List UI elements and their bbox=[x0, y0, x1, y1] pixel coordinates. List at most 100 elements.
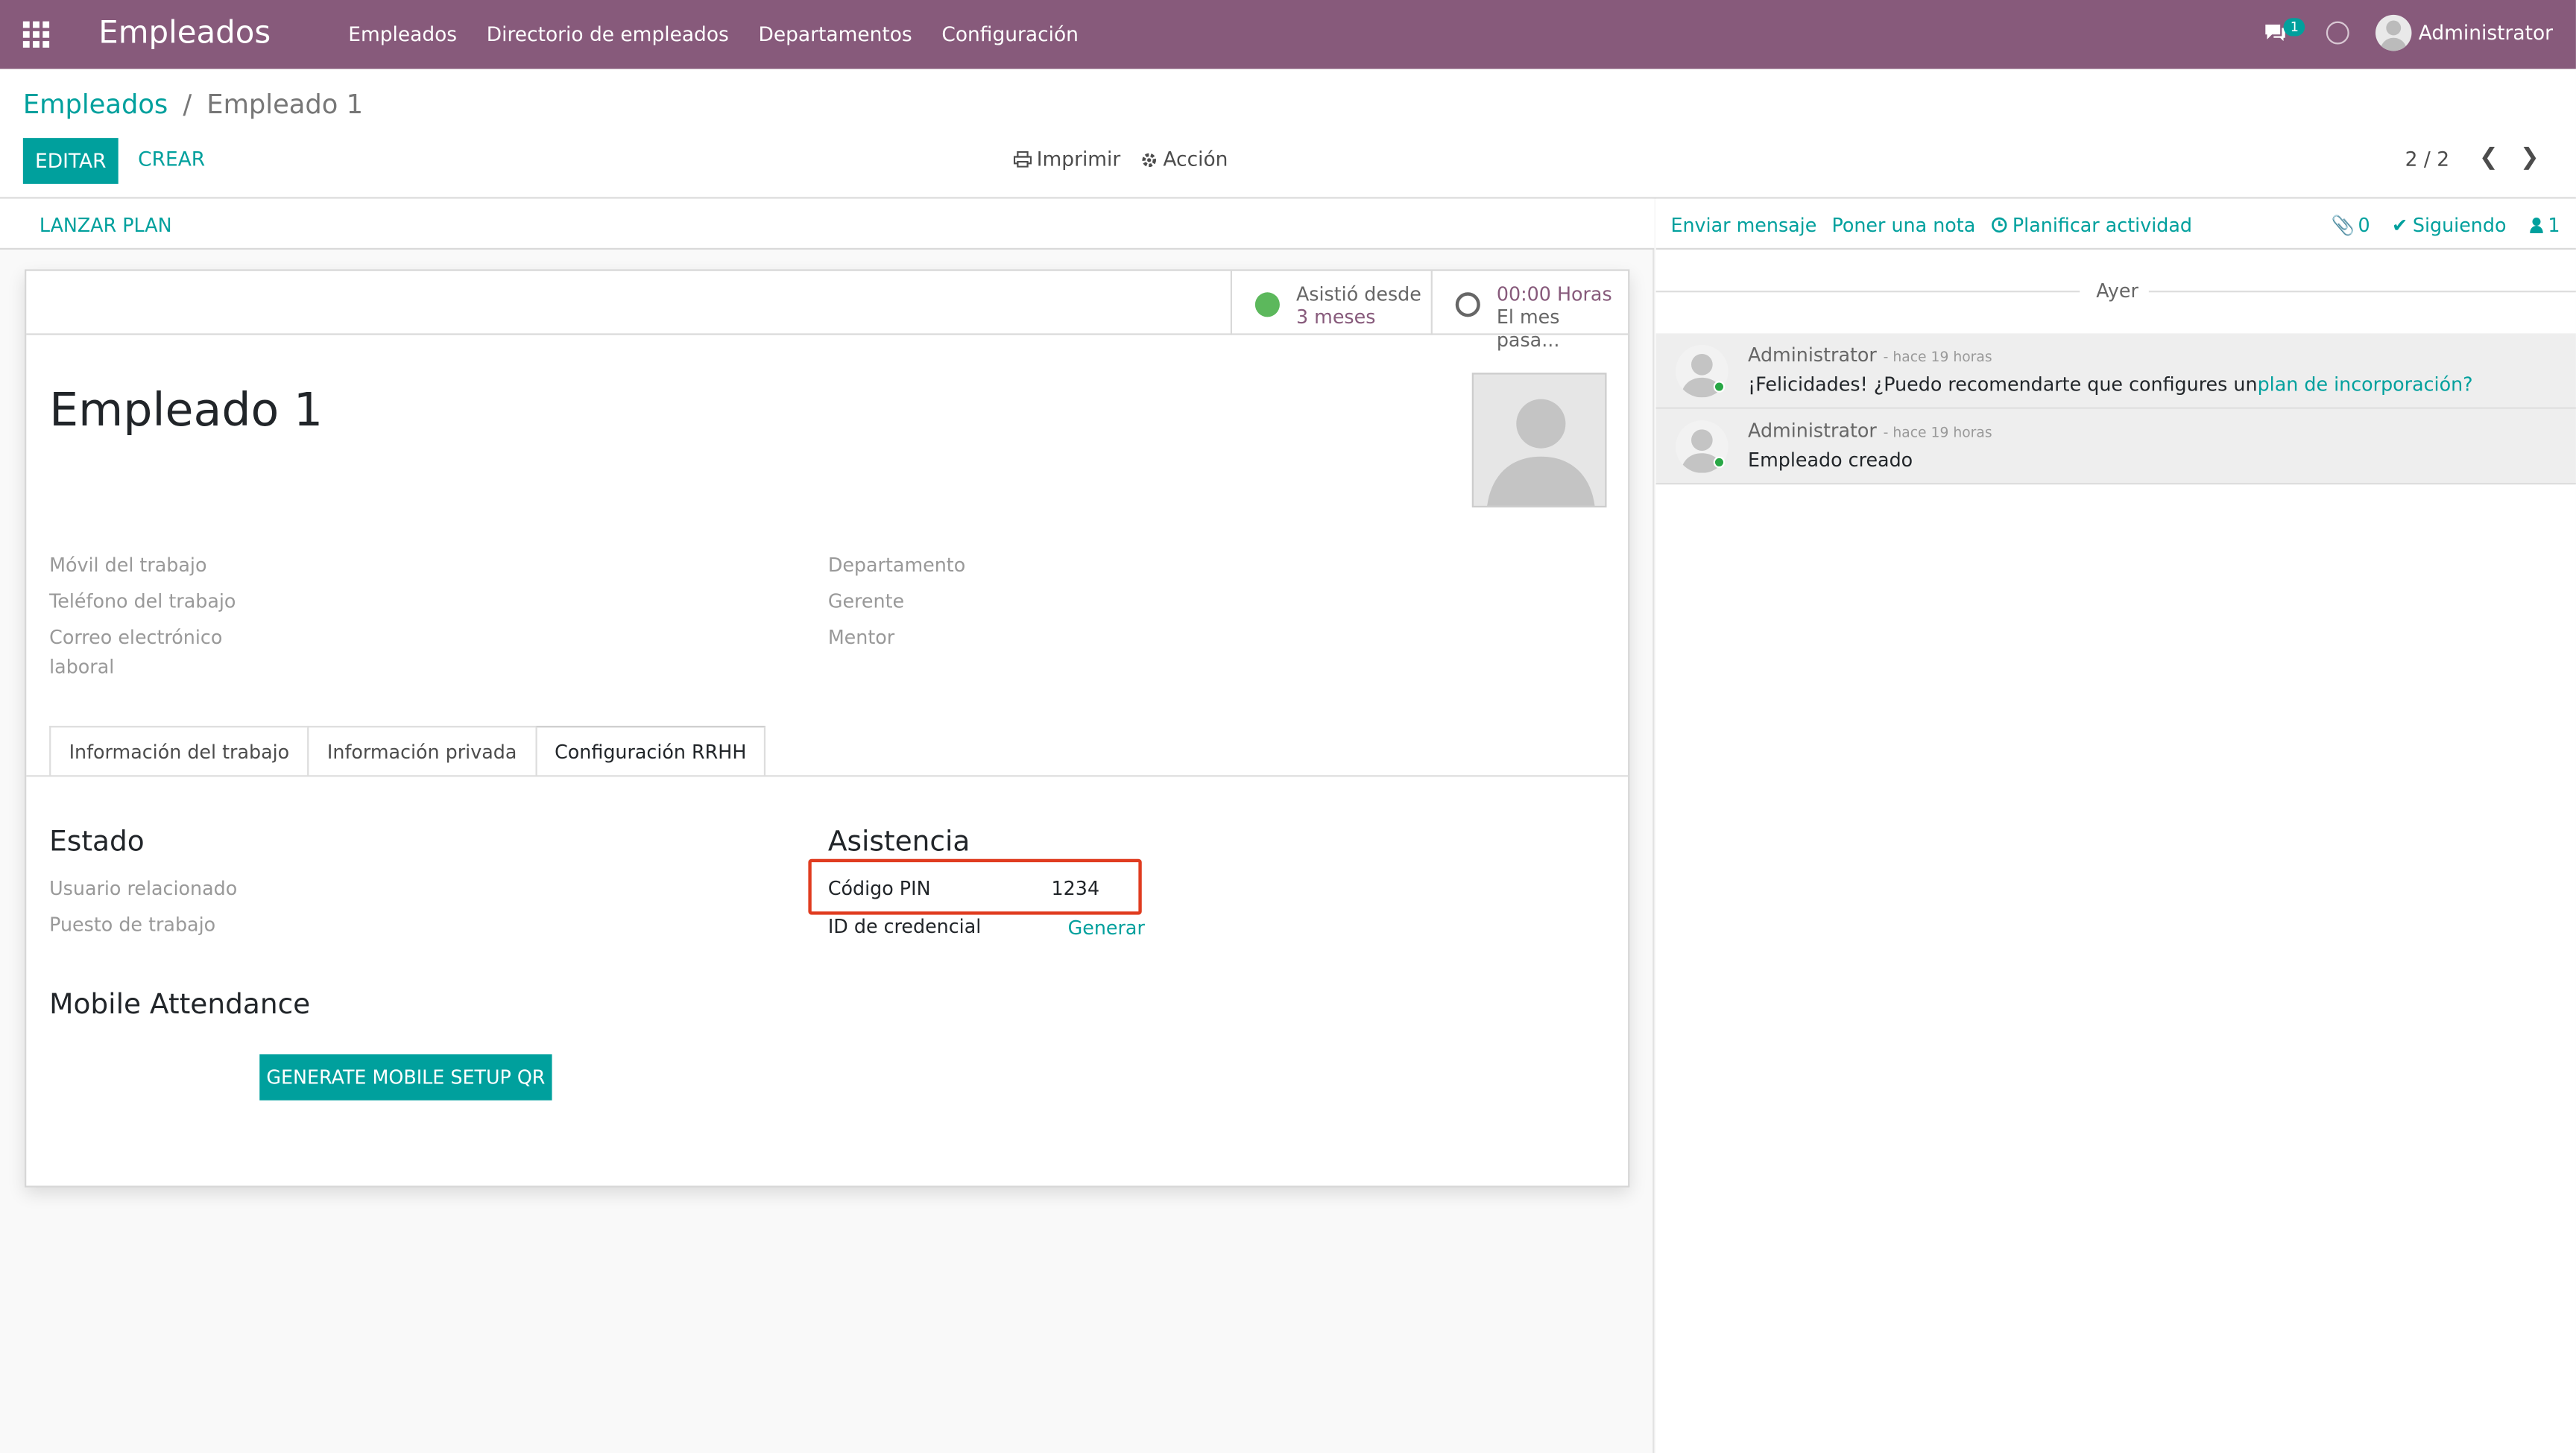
following-label: Siguiendo bbox=[2412, 213, 2507, 237]
message-author-line: Administrator - hace 19 horas bbox=[1748, 419, 1992, 442]
chatter-panel: Enviar mensaje Poner una nota Planificar… bbox=[1655, 198, 2576, 1453]
presence-status-icon bbox=[1254, 292, 1280, 317]
log-note-button[interactable]: Poner una nota bbox=[1831, 214, 1975, 237]
work-email-label-1: Correo electrónico bbox=[49, 625, 223, 649]
action-label: Acción bbox=[1163, 148, 1228, 171]
message-author[interactable]: Administrator bbox=[1748, 344, 1877, 367]
messaging-icon[interactable]: 1 bbox=[2264, 15, 2305, 51]
attachments-count: 0 bbox=[2358, 213, 2370, 237]
breadcrumb-current: Empleado 1 bbox=[206, 89, 364, 120]
check-icon: ✔ bbox=[2392, 213, 2408, 237]
pin-highlight-annotation bbox=[808, 858, 1142, 915]
menu-item-departments[interactable]: Departamentos bbox=[758, 23, 912, 46]
following-button[interactable]: ✔ Siguiendo bbox=[2392, 214, 2506, 237]
attachments-button[interactable]: 📎 0 bbox=[2331, 214, 2370, 237]
breadcrumb: Empleados / Empleado 1 bbox=[23, 89, 363, 120]
clock-icon bbox=[1455, 292, 1480, 317]
user-icon bbox=[2530, 218, 2543, 233]
message-time: - hace 19 horas bbox=[1883, 425, 1992, 442]
message-text: ¡Felicidades! ¿Puedo recomendarte que co… bbox=[1748, 373, 2258, 396]
tabs-divider bbox=[26, 775, 1629, 777]
followers-count: 1 bbox=[2548, 213, 2560, 237]
navbar-systray: 1 Administrator bbox=[2264, 14, 2553, 51]
hours-smart-value: 00:00 Horas bbox=[1496, 282, 1612, 306]
onboarding-plan-link[interactable]: plan de incorporación? bbox=[2258, 373, 2473, 396]
badge-id-label: ID de credencial bbox=[827, 914, 982, 938]
notebook-tabs: Información del trabajo Información priv… bbox=[49, 726, 766, 777]
work-email-label-2: laboral bbox=[49, 655, 115, 679]
message-body: ¡Felicidades! ¿Puedo recomendarte que co… bbox=[1748, 373, 2473, 396]
breadcrumb-separator: / bbox=[183, 89, 192, 120]
gear-icon bbox=[1142, 152, 1156, 167]
day-separator-right bbox=[2148, 291, 2576, 293]
app-title: Empleados bbox=[98, 14, 271, 51]
tab-hr-settings[interactable]: Configuración RRHH bbox=[534, 726, 766, 777]
job-position-label: Puesto de trabajo bbox=[49, 913, 216, 937]
send-message-button[interactable]: Enviar mensaje bbox=[1670, 214, 1816, 237]
launch-plan-button[interactable]: LANZAR PLAN bbox=[40, 214, 172, 237]
activity-clock-icon[interactable] bbox=[2326, 21, 2350, 45]
online-status-icon bbox=[1713, 456, 1726, 469]
employee-photo-icon[interactable] bbox=[1471, 373, 1607, 508]
print-label: Imprimir bbox=[1036, 148, 1121, 171]
action-dropdown[interactable]: Acción bbox=[1140, 148, 1228, 171]
control-panel: Empleados / Empleado 1 EDITAR CREAR Impr… bbox=[0, 69, 2576, 199]
messages-badge: 1 bbox=[2283, 18, 2305, 37]
followers-button[interactable]: 1 bbox=[2530, 213, 2560, 237]
chatter-topbar: Enviar mensaje Poner una nota Planificar… bbox=[1655, 199, 2576, 250]
attendance-smart-title: Asistió desde bbox=[1295, 282, 1421, 306]
user-name[interactable]: Administrator bbox=[2419, 22, 2553, 45]
generate-qr-button[interactable]: GENERATE MOBILE SETUP QR bbox=[259, 1054, 552, 1101]
message-body: Empleado creado bbox=[1748, 449, 1913, 472]
form-statusbar: LANZAR PLAN bbox=[0, 198, 1655, 250]
employee-name: Empleado 1 bbox=[49, 382, 323, 437]
coach-label: Mentor bbox=[827, 625, 895, 649]
pager-next-icon[interactable]: ❯ bbox=[2520, 145, 2539, 171]
print-icon bbox=[1013, 151, 1032, 168]
menu-item-configuration[interactable]: Configuración bbox=[941, 23, 1079, 46]
form-sheet: Asistió desde 3 meses 00:00 Horas El mes… bbox=[25, 269, 1630, 1188]
paperclip-icon: 📎 bbox=[2331, 213, 2355, 237]
related-user-label: Usuario relacionado bbox=[49, 876, 238, 900]
form-view: LANZAR PLAN Asistió desde 3 meses 00:00 … bbox=[0, 198, 1655, 1453]
chatter-message: Administrator - hace 19 horas ¡Felicidade… bbox=[1655, 333, 2576, 409]
status-section-title: Estado bbox=[49, 826, 145, 859]
day-label: Ayer bbox=[2096, 279, 2138, 303]
department-label: Departamento bbox=[827, 553, 966, 577]
manager-label: Gerente bbox=[827, 589, 905, 613]
hours-smart-text: 00:00 Horas El mes pasa... bbox=[1497, 282, 1628, 352]
message-author[interactable]: Administrator bbox=[1748, 419, 1877, 442]
user-avatar[interactable] bbox=[2375, 14, 2412, 51]
schedule-activity-button[interactable]: Planificar actividad bbox=[1991, 213, 2192, 237]
work-phone-label: Teléfono del trabajo bbox=[49, 589, 236, 613]
breadcrumb-employees[interactable]: Empleados bbox=[23, 89, 168, 120]
attendance-smart-button[interactable]: Asistió desde 3 meses bbox=[1230, 270, 1431, 335]
edit-button[interactable]: EDITAR bbox=[22, 138, 119, 184]
apps-grid-icon[interactable] bbox=[22, 21, 53, 48]
hours-smart-button[interactable]: 00:00 Horas El mes pasa... bbox=[1430, 270, 1628, 352]
generate-badge-link[interactable]: Generar bbox=[1068, 917, 1145, 940]
online-status-icon bbox=[1713, 381, 1726, 393]
main-menu: Empleados Directorio de empleados Depart… bbox=[348, 23, 1108, 46]
attendance-smart-text: Asistió desde 3 meses bbox=[1296, 282, 1421, 329]
print-dropdown[interactable]: Imprimir bbox=[1013, 148, 1121, 171]
create-button[interactable]: CREAR bbox=[138, 148, 205, 171]
attendance-smart-value: 3 meses bbox=[1295, 305, 1376, 329]
zoom-root: Empleados Empleados Directorio de emplea… bbox=[0, 0, 2576, 1453]
attendance-section-title: Asistencia bbox=[827, 826, 970, 859]
mobile-attendance-title: Mobile Attendance bbox=[49, 988, 311, 1022]
menu-item-directory[interactable]: Directorio de empleados bbox=[487, 23, 729, 46]
button-box: Asistió desde 3 meses 00:00 Horas El mes… bbox=[26, 270, 1629, 352]
work-mobile-label: Móvil del trabajo bbox=[49, 553, 207, 577]
day-separator-left bbox=[1655, 291, 2080, 293]
pager-previous-icon[interactable]: ❮ bbox=[2479, 145, 2498, 171]
pager-value[interactable]: 2 / 2 bbox=[2405, 148, 2449, 171]
tab-private-information[interactable]: Información privada bbox=[307, 726, 537, 777]
message-author-line: Administrator - hace 19 horas bbox=[1748, 344, 1992, 367]
hours-smart-sub: El mes pasa... bbox=[1496, 305, 1560, 352]
menu-item-employees[interactable]: Empleados bbox=[348, 23, 457, 46]
schedule-activity-label: Planificar actividad bbox=[2012, 213, 2192, 237]
activity-clock-small-icon bbox=[1992, 217, 2007, 233]
tab-work-information[interactable]: Información del trabajo bbox=[49, 726, 309, 777]
message-text: Empleado creado bbox=[1748, 448, 1913, 472]
